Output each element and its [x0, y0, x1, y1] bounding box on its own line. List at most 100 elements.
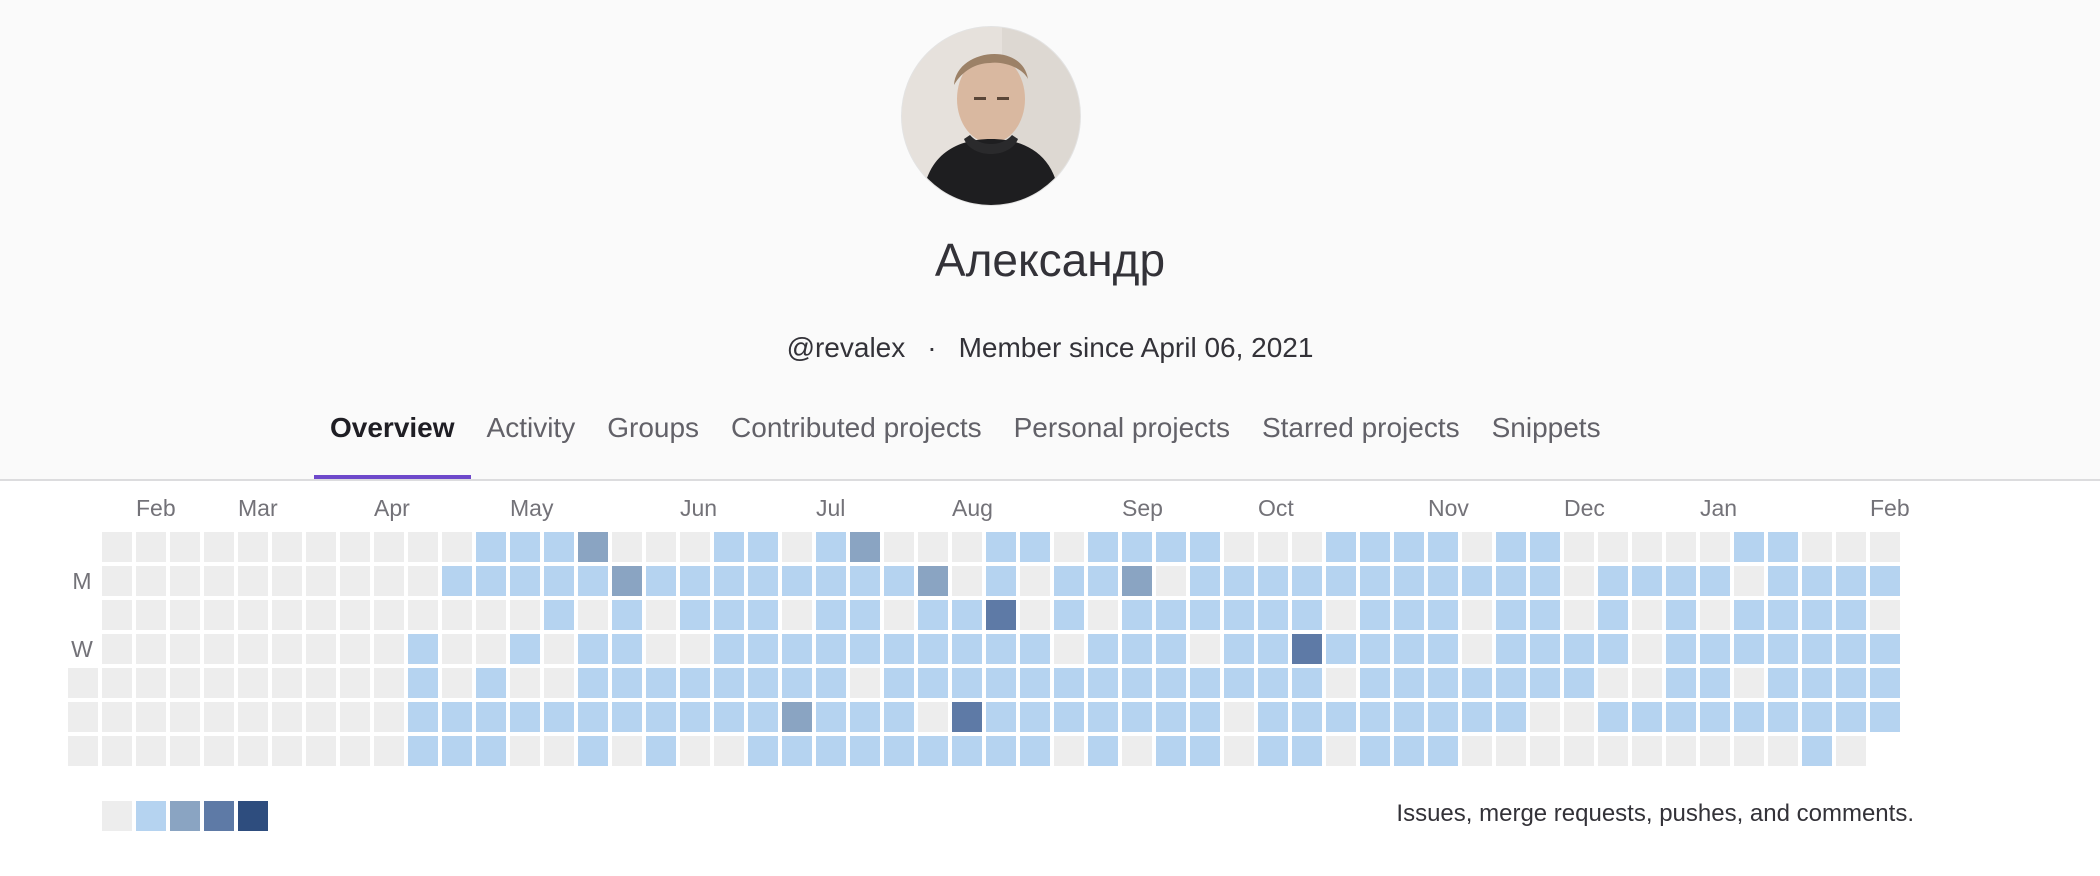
calendar-day[interactable]	[1020, 702, 1050, 732]
calendar-day[interactable]	[1190, 600, 1220, 630]
calendar-day[interactable]	[1768, 736, 1798, 766]
calendar-day[interactable]	[272, 736, 302, 766]
calendar-day[interactable]	[1258, 600, 1288, 630]
calendar-day[interactable]	[1190, 634, 1220, 664]
calendar-day[interactable]	[680, 600, 710, 630]
calendar-day[interactable]	[68, 736, 98, 766]
calendar-day[interactable]	[918, 600, 948, 630]
calendar-day[interactable]	[1496, 634, 1526, 664]
calendar-day[interactable]	[1802, 566, 1832, 596]
calendar-day[interactable]	[170, 634, 200, 664]
calendar-day[interactable]	[1802, 600, 1832, 630]
calendar-day[interactable]	[476, 668, 506, 698]
calendar-day[interactable]	[476, 566, 506, 596]
calendar-day[interactable]	[170, 702, 200, 732]
calendar-day[interactable]	[1088, 668, 1118, 698]
calendar-day[interactable]	[272, 668, 302, 698]
calendar-day[interactable]	[714, 668, 744, 698]
calendar-day[interactable]	[374, 702, 404, 732]
calendar-day[interactable]	[408, 634, 438, 664]
calendar-day[interactable]	[816, 600, 846, 630]
calendar-day[interactable]	[1190, 532, 1220, 562]
calendar-day[interactable]	[238, 702, 268, 732]
calendar-day[interactable]	[714, 634, 744, 664]
calendar-day[interactable]	[748, 736, 778, 766]
calendar-day[interactable]	[884, 532, 914, 562]
calendar-day[interactable]	[544, 600, 574, 630]
calendar-day[interactable]	[1666, 532, 1696, 562]
calendar-day[interactable]	[1428, 566, 1458, 596]
calendar-day[interactable]	[1734, 634, 1764, 664]
calendar-day[interactable]	[918, 532, 948, 562]
calendar-day[interactable]	[612, 668, 642, 698]
calendar-day[interactable]	[816, 532, 846, 562]
calendar-day[interactable]	[544, 532, 574, 562]
calendar-day[interactable]	[918, 634, 948, 664]
calendar-day[interactable]	[1462, 532, 1492, 562]
calendar-day[interactable]	[136, 532, 166, 562]
calendar-day[interactable]	[1360, 532, 1390, 562]
calendar-day[interactable]	[1292, 634, 1322, 664]
calendar-day[interactable]	[1326, 634, 1356, 664]
calendar-day[interactable]	[646, 634, 676, 664]
calendar-day[interactable]	[1292, 668, 1322, 698]
calendar-day[interactable]	[1326, 600, 1356, 630]
calendar-day[interactable]	[1564, 566, 1594, 596]
calendar-day[interactable]	[1156, 702, 1186, 732]
calendar-day[interactable]	[238, 566, 268, 596]
calendar-day[interactable]	[408, 532, 438, 562]
calendar-day[interactable]	[850, 532, 880, 562]
calendar-day[interactable]	[1666, 702, 1696, 732]
calendar-day[interactable]	[374, 736, 404, 766]
calendar-day[interactable]	[1666, 668, 1696, 698]
calendar-day[interactable]	[1564, 532, 1594, 562]
calendar-day[interactable]	[748, 702, 778, 732]
calendar-day[interactable]	[986, 702, 1016, 732]
calendar-day[interactable]	[442, 702, 472, 732]
calendar-day[interactable]	[1088, 566, 1118, 596]
calendar-day[interactable]	[1088, 736, 1118, 766]
calendar-day[interactable]	[1836, 736, 1866, 766]
calendar-day[interactable]	[1326, 702, 1356, 732]
calendar-day[interactable]	[1156, 634, 1186, 664]
calendar-day[interactable]	[340, 634, 370, 664]
calendar-day[interactable]	[884, 702, 914, 732]
calendar-day[interactable]	[1292, 600, 1322, 630]
calendar-day[interactable]	[612, 736, 642, 766]
calendar-day[interactable]	[1836, 668, 1866, 698]
calendar-day[interactable]	[102, 532, 132, 562]
calendar-day[interactable]	[748, 634, 778, 664]
calendar-day[interactable]	[1020, 634, 1050, 664]
calendar-day[interactable]	[850, 736, 880, 766]
calendar-day[interactable]	[748, 600, 778, 630]
calendar-day[interactable]	[1394, 634, 1424, 664]
tab-groups[interactable]: Groups	[591, 402, 715, 469]
calendar-day[interactable]	[306, 634, 336, 664]
calendar-day[interactable]	[680, 532, 710, 562]
calendar-day[interactable]	[578, 566, 608, 596]
calendar-day[interactable]	[442, 668, 472, 698]
tab-activity[interactable]: Activity	[471, 402, 592, 469]
calendar-day[interactable]	[1088, 600, 1118, 630]
calendar-day[interactable]	[1666, 600, 1696, 630]
calendar-day[interactable]	[816, 702, 846, 732]
calendar-day[interactable]	[1700, 736, 1730, 766]
calendar-day[interactable]	[1462, 634, 1492, 664]
calendar-day[interactable]	[816, 736, 846, 766]
calendar-day[interactable]	[442, 600, 472, 630]
calendar-day[interactable]	[510, 566, 540, 596]
calendar-day[interactable]	[1632, 532, 1662, 562]
calendar-day[interactable]	[1156, 668, 1186, 698]
calendar-day[interactable]	[1360, 634, 1390, 664]
calendar-day[interactable]	[204, 668, 234, 698]
calendar-day[interactable]	[1326, 736, 1356, 766]
calendar-day[interactable]	[1666, 634, 1696, 664]
calendar-day[interactable]	[1870, 634, 1900, 664]
calendar-day[interactable]	[1054, 566, 1084, 596]
calendar-day[interactable]	[680, 566, 710, 596]
calendar-day[interactable]	[1122, 668, 1152, 698]
calendar-day[interactable]	[374, 668, 404, 698]
calendar-day[interactable]	[306, 736, 336, 766]
calendar-day[interactable]	[68, 702, 98, 732]
calendar-day[interactable]	[1360, 736, 1390, 766]
